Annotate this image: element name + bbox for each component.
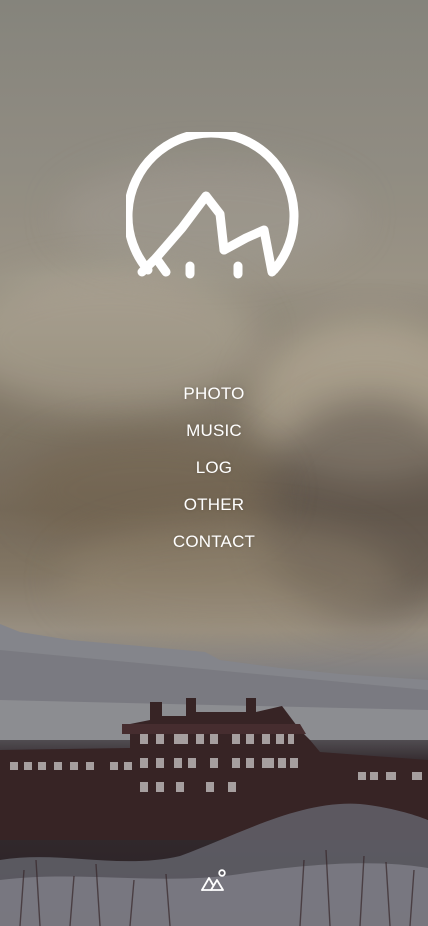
- nav-item-photo[interactable]: PHOTO: [183, 375, 244, 412]
- mountain-circle-logo[interactable]: [126, 132, 302, 284]
- nav-item-other[interactable]: OTHER: [184, 486, 245, 523]
- main-nav: PHOTO MUSIC LOG OTHER CONTACT: [0, 375, 428, 560]
- nav-item-log[interactable]: LOG: [196, 449, 233, 486]
- nav-item-contact[interactable]: CONTACT: [173, 523, 255, 560]
- landing-page: PHOTO MUSIC LOG OTHER CONTACT: [0, 0, 428, 926]
- shapes-icon[interactable]: [200, 868, 228, 894]
- nav-item-music[interactable]: MUSIC: [186, 412, 242, 449]
